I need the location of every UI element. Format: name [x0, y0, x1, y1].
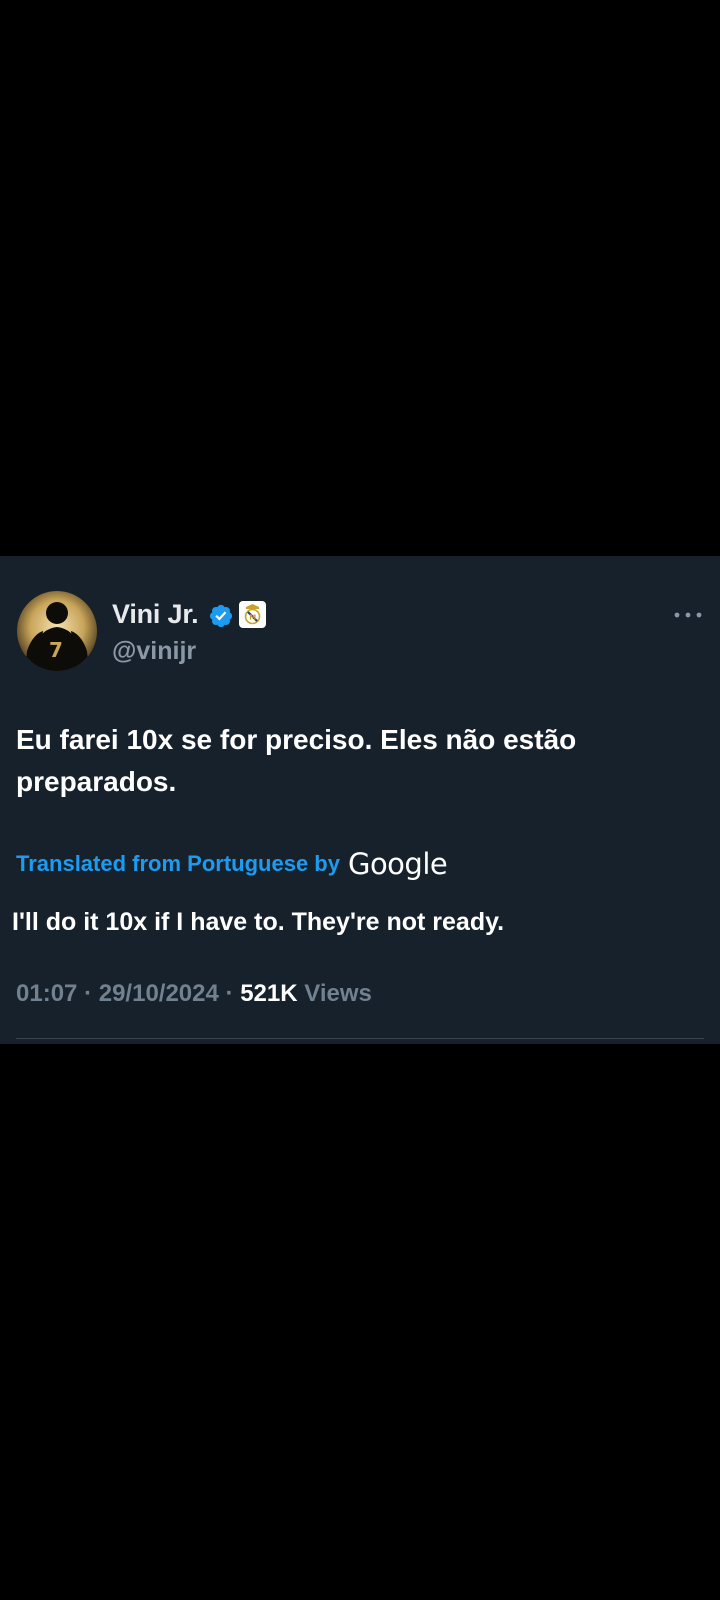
meta-separator: ·	[225, 980, 234, 1007]
views-label[interactable]: Views	[304, 980, 372, 1007]
svg-text:7: 7	[49, 638, 63, 662]
translated-text: I'll do it 10x if I have to. They're not…	[12, 908, 505, 936]
tweet-text: Eu farei 10x se for preciso. Eles não es…	[16, 724, 577, 797]
svg-text:M: M	[249, 614, 256, 622]
tweet-meta: 01:07 · 29/10/2024 · 521K Views	[16, 980, 372, 1008]
meta-separator: ·	[84, 980, 93, 1007]
tweet-card: 7 Vini Jr. M @vinijr Eu farei 10x se for…	[0, 556, 720, 1044]
translation-attribution[interactable]: Translated from Portuguese by Google	[16, 846, 448, 882]
user-handle[interactable]: @vinijr	[112, 637, 196, 666]
translated-from-label[interactable]: Translated from Portuguese by	[16, 851, 340, 877]
avatar-silhouette-icon: 7	[25, 602, 89, 671]
views-count[interactable]: 521K	[240, 980, 297, 1007]
tweet-time[interactable]: 01:07	[16, 980, 77, 1007]
google-logo: Google	[347, 847, 448, 881]
avatar[interactable]: 7	[17, 591, 97, 671]
display-name[interactable]: Vini Jr.	[112, 599, 199, 630]
real-madrid-crest-icon[interactable]: M	[239, 601, 266, 628]
divider	[16, 1038, 704, 1039]
tweet-date[interactable]: 29/10/2024	[99, 980, 219, 1007]
verified-badge-icon[interactable]	[208, 603, 234, 629]
more-horizontal-icon[interactable]	[671, 605, 705, 625]
